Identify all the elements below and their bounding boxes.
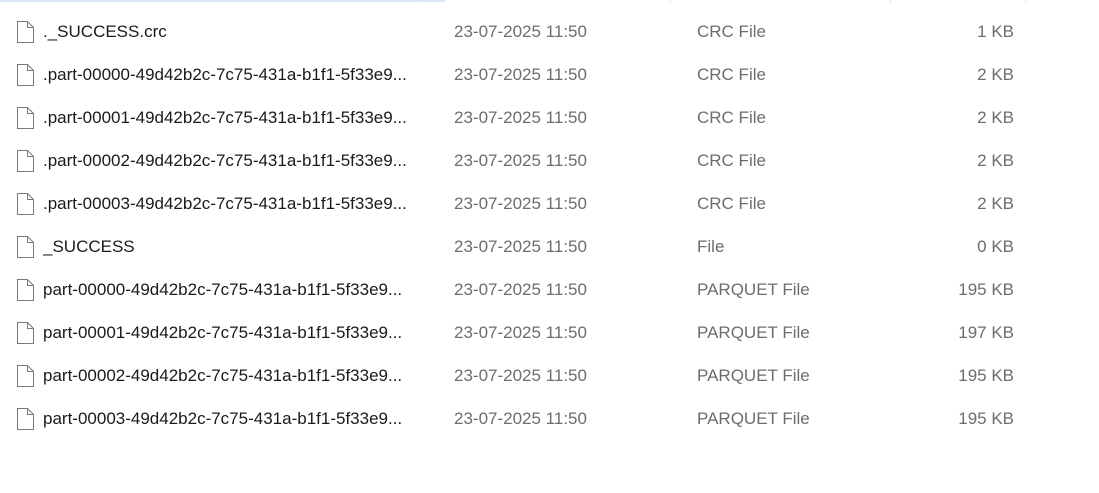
file-size: 197 KB: [958, 323, 1014, 342]
file-icon: [16, 279, 34, 301]
column-divider[interactable]: [890, 0, 891, 3]
file-row[interactable]: .part-00002-49d42b2c-7c75-431a-b1f1-5f33…: [0, 139, 1099, 182]
file-icon: [16, 365, 34, 387]
file-date-modified: 23-07-2025 11:50: [454, 323, 587, 342]
file-row[interactable]: part-00000-49d42b2c-7c75-431a-b1f1-5f33e…: [0, 268, 1099, 311]
file-icon: [16, 107, 34, 129]
file-icon: [16, 408, 34, 430]
file-row[interactable]: part-00002-49d42b2c-7c75-431a-b1f1-5f33e…: [0, 354, 1099, 397]
column-divider[interactable]: [420, 0, 421, 3]
file-icon: [16, 322, 34, 344]
file-name[interactable]: .part-00001-49d42b2c-7c75-431a-b1f1-5f33…: [43, 96, 438, 139]
file-date-modified: 23-07-2025 11:50: [454, 280, 587, 299]
file-name[interactable]: .part-00003-49d42b2c-7c75-431a-b1f1-5f33…: [43, 182, 438, 225]
file-row[interactable]: .part-00001-49d42b2c-7c75-431a-b1f1-5f33…: [0, 96, 1099, 139]
file-size: 1 KB: [977, 22, 1014, 41]
file-size: 0 KB: [977, 237, 1014, 256]
file-type: File: [697, 237, 725, 256]
file-row[interactable]: part-00001-49d42b2c-7c75-431a-b1f1-5f33e…: [0, 311, 1099, 354]
file-size: 2 KB: [977, 65, 1014, 84]
file-type: CRC File: [697, 151, 766, 170]
file-list: ._SUCCESS.crc 23-07-2025 11:50 CRC File 1 K…: [0, 10, 1099, 440]
file-size: 195 KB: [958, 409, 1014, 428]
file-name[interactable]: part-00002-49d42b2c-7c75-431a-b1f1-5f33e…: [43, 354, 438, 397]
file-icon: [16, 150, 34, 172]
column-header-strip: [0, 0, 445, 2]
file-icon: [16, 236, 34, 258]
file-name[interactable]: part-00001-49d42b2c-7c75-431a-b1f1-5f33e…: [43, 311, 438, 354]
file-name[interactable]: ._SUCCESS.crc: [43, 10, 438, 53]
file-size: 2 KB: [977, 151, 1014, 170]
column-divider[interactable]: [670, 0, 671, 3]
file-name[interactable]: part-00003-49d42b2c-7c75-431a-b1f1-5f33e…: [43, 397, 438, 440]
file-icon: [16, 64, 34, 86]
file-name[interactable]: _SUCCESS: [43, 225, 438, 268]
file-row[interactable]: .part-00003-49d42b2c-7c75-431a-b1f1-5f33…: [0, 182, 1099, 225]
file-type: PARQUET File: [697, 323, 810, 342]
file-date-modified: 23-07-2025 11:50: [454, 366, 587, 385]
file-date-modified: 23-07-2025 11:50: [454, 151, 587, 170]
file-date-modified: 23-07-2025 11:50: [454, 65, 587, 84]
file-type: CRC File: [697, 194, 766, 213]
file-row[interactable]: _SUCCESS 23-07-2025 11:50 File 0 KB: [0, 225, 1099, 268]
file-date-modified: 23-07-2025 11:50: [454, 108, 587, 127]
file-type: PARQUET File: [697, 280, 810, 299]
file-type: PARQUET File: [697, 409, 810, 428]
file-name[interactable]: .part-00000-49d42b2c-7c75-431a-b1f1-5f33…: [43, 53, 438, 96]
file-icon: [16, 21, 34, 43]
file-row[interactable]: .part-00000-49d42b2c-7c75-431a-b1f1-5f33…: [0, 53, 1099, 96]
file-name[interactable]: part-00000-49d42b2c-7c75-431a-b1f1-5f33e…: [43, 268, 438, 311]
file-name[interactable]: .part-00002-49d42b2c-7c75-431a-b1f1-5f33…: [43, 139, 438, 182]
file-row[interactable]: ._SUCCESS.crc 23-07-2025 11:50 CRC File 1 K…: [0, 10, 1099, 53]
file-date-modified: 23-07-2025 11:50: [454, 194, 587, 213]
file-type: CRC File: [697, 108, 766, 127]
file-row[interactable]: part-00003-49d42b2c-7c75-431a-b1f1-5f33e…: [0, 397, 1099, 440]
file-size: 195 KB: [958, 366, 1014, 385]
file-icon: [16, 193, 34, 215]
file-size: 2 KB: [977, 194, 1014, 213]
file-size: 2 KB: [977, 108, 1014, 127]
file-size: 195 KB: [958, 280, 1014, 299]
file-date-modified: 23-07-2025 11:50: [454, 409, 587, 428]
file-type: CRC File: [697, 22, 766, 41]
file-date-modified: 23-07-2025 11:50: [454, 22, 587, 41]
file-type: CRC File: [697, 65, 766, 84]
file-date-modified: 23-07-2025 11:50: [454, 237, 587, 256]
column-divider[interactable]: [1025, 0, 1026, 3]
file-type: PARQUET File: [697, 366, 810, 385]
